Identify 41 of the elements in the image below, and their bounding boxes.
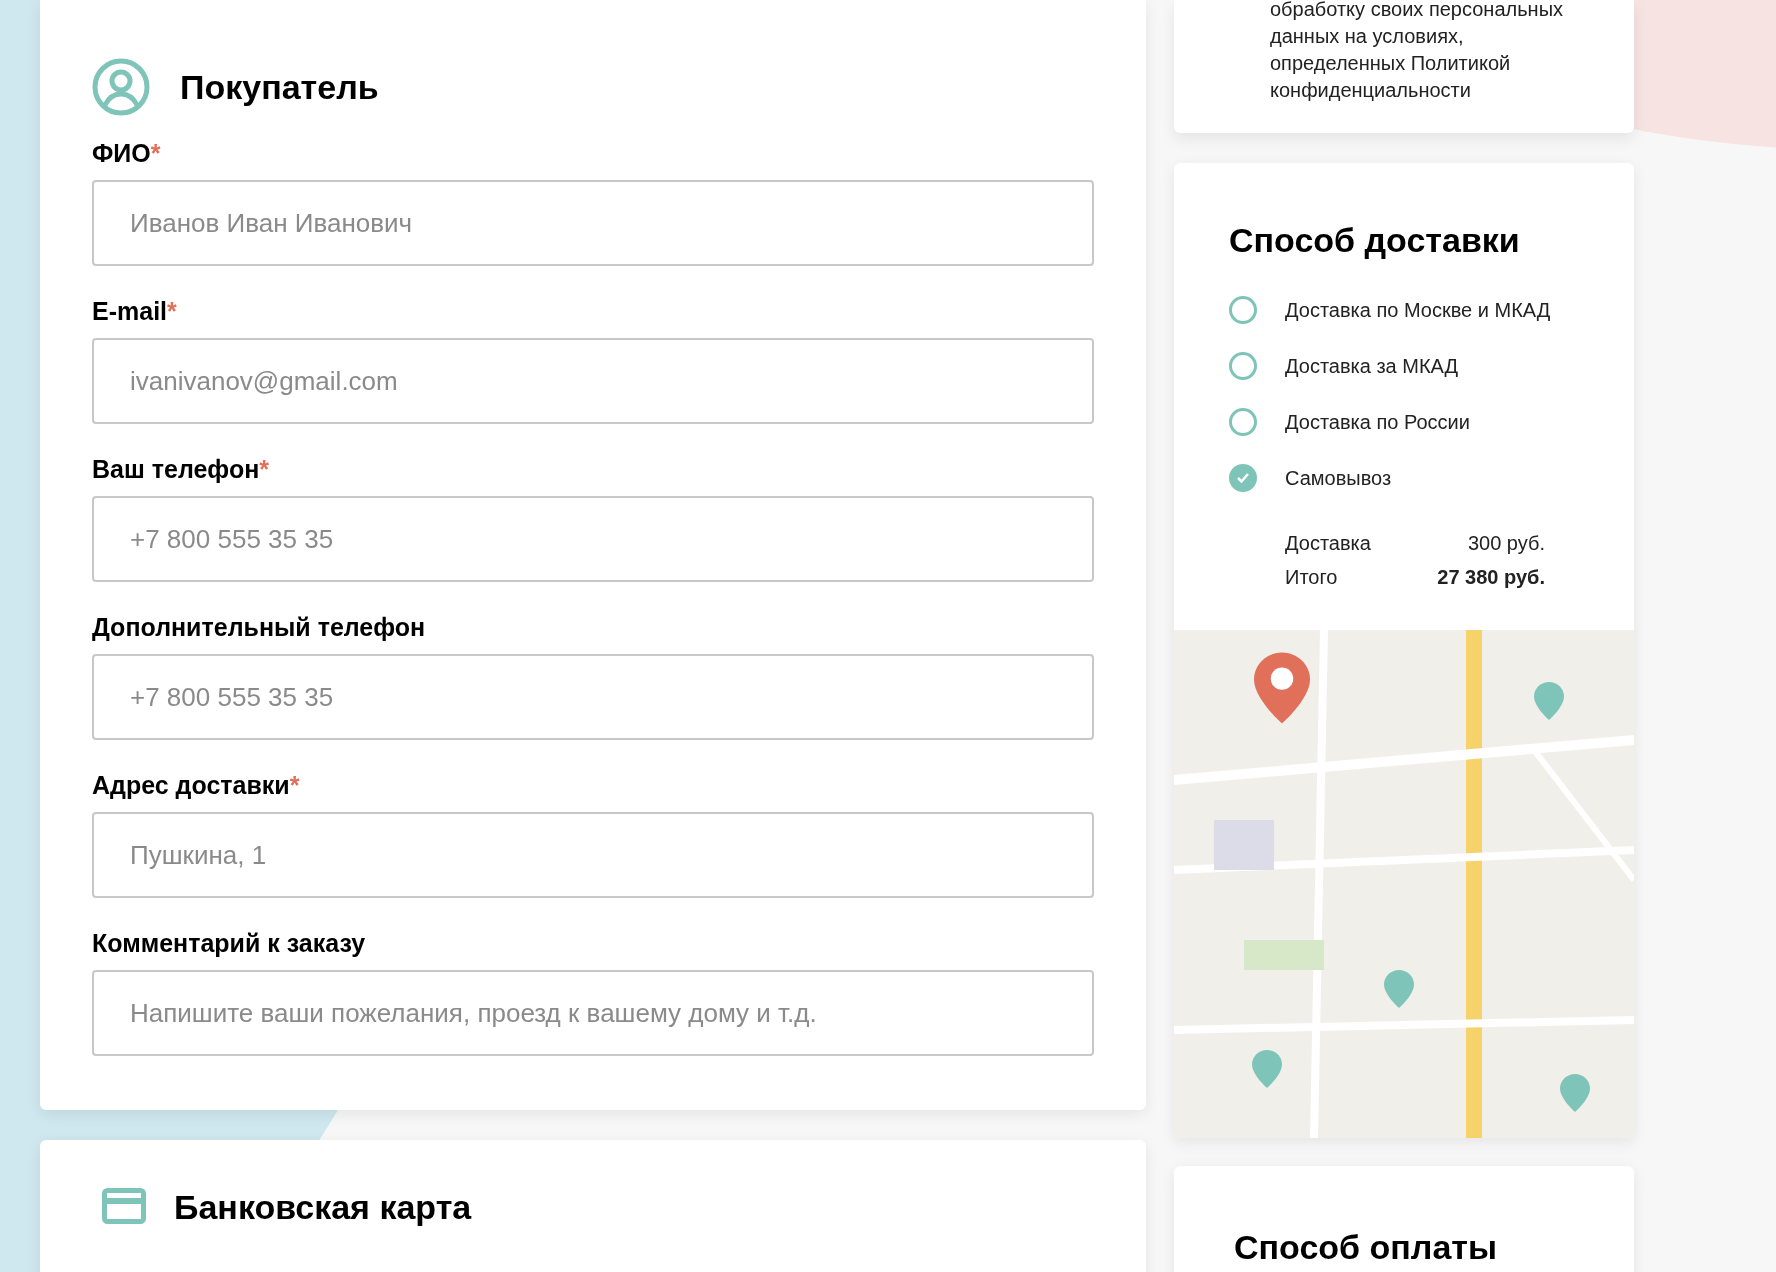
- radio-button[interactable]: [1229, 352, 1257, 380]
- map-pin-icon: [1254, 652, 1310, 724]
- text-input[interactable]: +7 800 555 35 35: [92, 496, 1094, 582]
- text-input[interactable]: Напишите ваши пожелания, проезд к вашему дому и т.д.: [92, 970, 1094, 1056]
- map-pin-icon: [1560, 1074, 1590, 1112]
- summary-label: Доставка: [1285, 531, 1372, 556]
- delivery-option[interactable]: Доставка по Москве и МКАД: [1229, 296, 1614, 324]
- required-asterisk: *: [150, 138, 161, 168]
- delivery-option[interactable]: Доставка за МКАД: [1229, 352, 1614, 380]
- field-label: Дополнительный телефон: [92, 612, 426, 642]
- map-pin-icon: [1384, 970, 1414, 1008]
- text-input[interactable]: ivanivanov@gmail.com: [92, 338, 1094, 424]
- delivery-option[interactable]: Самовывоз: [1229, 464, 1614, 492]
- summary-label: Итого: [1285, 565, 1339, 590]
- user-icon: [92, 58, 150, 116]
- summary-value: 27 380 руб.: [1436, 565, 1545, 590]
- section-title: Способ доставки: [1229, 220, 1521, 261]
- section-title: Способ оплаты: [1234, 1228, 1498, 1266]
- delivery-option[interactable]: Доставка по России: [1229, 408, 1614, 436]
- field-label: E-mail: [92, 296, 168, 326]
- field-label: Ваш телефон: [92, 454, 260, 484]
- field-label: Адрес доставки: [92, 770, 290, 800]
- section-title: Покупатель: [180, 66, 379, 108]
- radio-button[interactable]: [1229, 296, 1257, 324]
- section-title: Банковская карта: [174, 1187, 472, 1228]
- text-input[interactable]: Пушкина, 1: [92, 812, 1094, 898]
- radio-button[interactable]: [1229, 408, 1257, 436]
- field-label: ФИО: [92, 138, 151, 168]
- text-input[interactable]: Иванов Иван Иванович: [92, 180, 1094, 266]
- required-asterisk: *: [259, 454, 269, 484]
- required-asterisk: *: [289, 770, 300, 800]
- credit-card-icon: [102, 1188, 146, 1224]
- required-asterisk: *: [167, 296, 177, 326]
- check-icon: [1236, 472, 1250, 484]
- text-input[interactable]: +7 800 555 35 35: [92, 654, 1094, 740]
- radio-button[interactable]: [1229, 464, 1257, 492]
- field-label: Комментарий к заказу: [92, 928, 366, 958]
- map-pin-icon: [1534, 682, 1564, 720]
- consent-text: обработку своих персональных данных на условиях, определенных Политикой конфиденциальности: [1270, 0, 1564, 103]
- map-pin-icon: [1252, 1050, 1282, 1088]
- summary-value: 300 руб.: [1466, 531, 1545, 556]
